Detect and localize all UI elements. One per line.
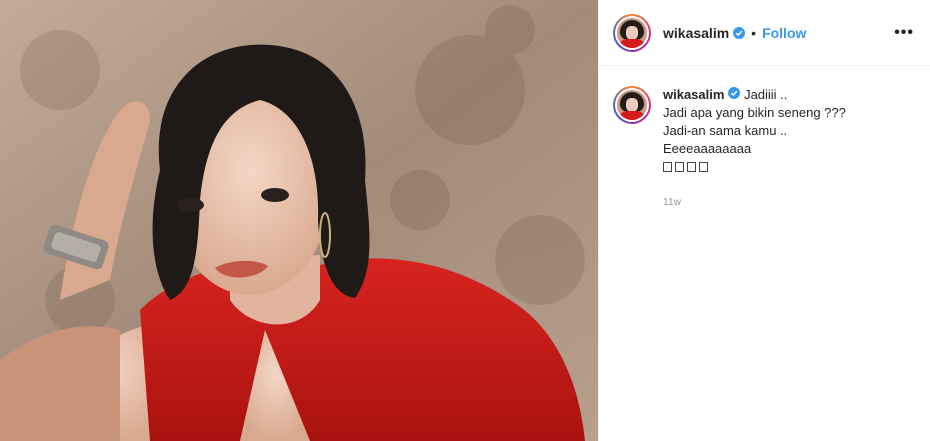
header-username[interactable]: wikasalim (663, 25, 729, 41)
post-timestamp[interactable]: 11w (663, 194, 846, 212)
caption-body: wikasalim Jadiiii .. Jadi apa yang bikin… (663, 86, 846, 212)
caption-comment: wikasalim Jadiiii .. Jadi apa yang bikin… (599, 66, 930, 212)
caption-line: Eeeeaaaaaaaa (663, 141, 752, 156)
post-header: wikasalim • Follow ••• (599, 0, 930, 66)
caption-lead: Jadiiii .. (744, 87, 788, 102)
instagram-post: wikasalim • Follow ••• wikasalim Jadiiii… (0, 0, 930, 441)
caption-avatar[interactable] (613, 86, 651, 124)
caption-username[interactable]: wikasalim (663, 87, 724, 102)
verified-badge-icon (733, 26, 746, 39)
caption-line: Jadi apa yang bikin seneng ??? (663, 105, 846, 120)
caption-verified-icon (728, 87, 741, 99)
follow-button[interactable]: Follow (762, 25, 806, 41)
post-sidebar: wikasalim • Follow ••• wikasalim Jadiiii… (598, 0, 930, 441)
emoji-placeholder-icon (699, 162, 708, 172)
caption-line: Jadi-an sama kamu .. (663, 123, 788, 138)
avatar[interactable] (613, 13, 651, 52)
emoji-placeholder-icon (687, 162, 696, 172)
emoji-placeholder-icon (675, 162, 684, 172)
photo-illustration (0, 0, 598, 441)
post-photo[interactable] (0, 0, 598, 441)
more-options-icon[interactable]: ••• (894, 24, 914, 42)
caption-emoji-line (663, 158, 846, 176)
emoji-placeholder-icon (663, 162, 672, 172)
separator-dot: • (751, 24, 757, 41)
